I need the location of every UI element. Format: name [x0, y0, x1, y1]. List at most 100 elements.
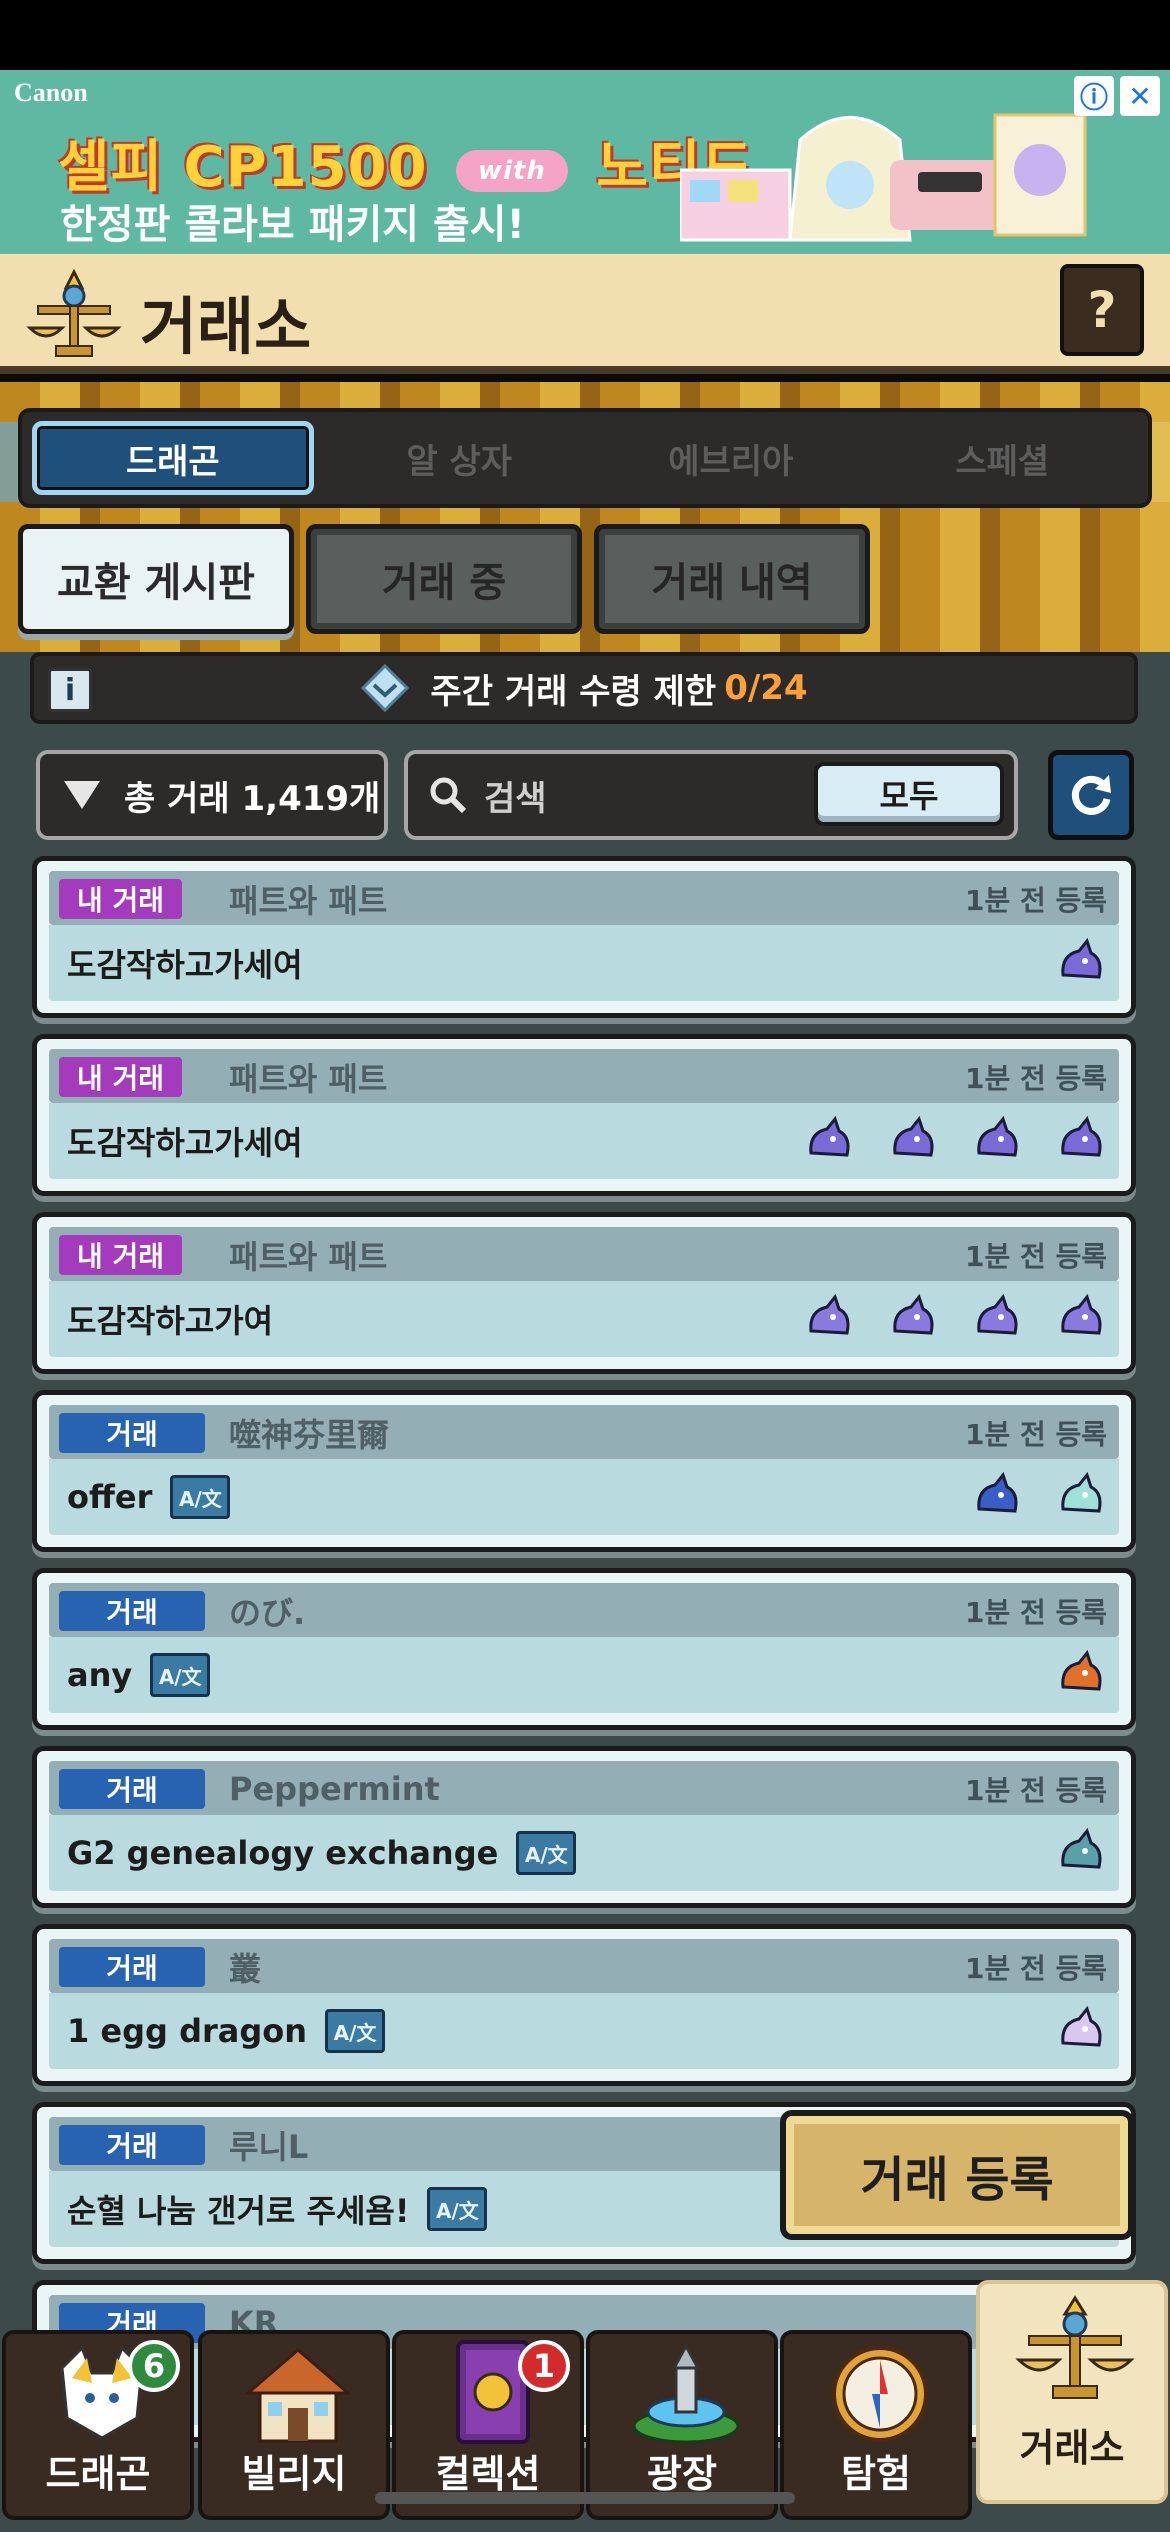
nav-explore[interactable]: 탐험	[780, 2330, 972, 2520]
ad-headline-with: with	[456, 149, 568, 192]
trade-card-body: any A/文	[49, 1637, 1119, 1713]
trade-message-row: offer A/文	[67, 1459, 231, 1535]
nav-dragon[interactable]: 6 드래곤	[2, 2330, 194, 2520]
compass-nav-icon	[832, 2346, 928, 2442]
blue-dragon-icon	[977, 1471, 1018, 1513]
search-icon	[430, 777, 467, 814]
search-input[interactable]: 검색 모두	[404, 750, 1018, 840]
tab-trading[interactable]: 거래 중	[306, 524, 582, 634]
trade-badge: 내 거래	[59, 1057, 183, 1097]
status-bar	[0, 0, 1170, 70]
winged-dragon-icon	[977, 1293, 1018, 1335]
ad-headline-left: 셀피 CP1500	[58, 135, 428, 200]
scale-icon	[26, 268, 122, 357]
trade-user: 패트와 패트	[229, 1060, 388, 1098]
triangle-down-icon	[64, 781, 100, 809]
trade-dragons	[1053, 933, 1109, 993]
plaza-nav-icon	[632, 2342, 740, 2444]
trade-message: G2 genealogy exchange	[67, 1834, 499, 1872]
tab-dragon[interactable]: 드래곤	[32, 421, 314, 495]
nav-village[interactable]: 빌리지	[198, 2330, 390, 2520]
home-indicator[interactable]	[375, 2492, 795, 2504]
trade-user: 叢	[229, 1950, 262, 1988]
all-filter-button[interactable]: 모두	[814, 762, 1004, 826]
ad-info-icon[interactable]: ⓘ	[1074, 76, 1114, 116]
trade-card-body: 도감작하고가세여	[49, 1103, 1119, 1179]
translate-icon[interactable]: A/文	[325, 2009, 386, 2053]
nav-plaza-label: 광장	[647, 2452, 717, 2496]
nav-exchange[interactable]: 거래소	[976, 2280, 1168, 2504]
trade-message-row: G2 genealogy exchange A/文	[67, 1815, 577, 1891]
trade-dragons	[969, 1467, 1109, 1527]
trade-dragons	[1053, 1645, 1109, 1705]
trade-dragons	[801, 1111, 1109, 1171]
tab-exchange-board[interactable]: 교환 게시판	[18, 524, 294, 634]
nav-explore-label: 탐험	[841, 2452, 911, 2496]
trade-badge: 거래	[59, 1947, 205, 1987]
purple-dragon-icon	[809, 1115, 850, 1157]
trade-card-body: offer A/文	[49, 1459, 1119, 1535]
trade-card-body: 1 egg dragon A/文	[49, 1993, 1119, 2069]
trade-badge: 거래	[59, 1413, 205, 1453]
category-tabs: 드래곤 알 상자 에브리아 스페셜	[18, 408, 1152, 508]
tab-special[interactable]: 스페셜	[867, 421, 1139, 495]
trade-user: Peppermint	[229, 1770, 440, 1808]
trade-card-header: 내 거래 패트와 패트 1분 전 등록	[49, 1227, 1119, 1281]
village-nav-icon	[243, 2348, 353, 2443]
trade-card-header: 내 거래 패트와 패트 1분 전 등록	[49, 1049, 1119, 1103]
trade-card[interactable]: 내 거래 패트와 패트 1분 전 등록 도감작하고가세여	[32, 1034, 1136, 1196]
tab-evria[interactable]: 에브리아	[595, 421, 867, 495]
trade-message-row: 도감작하고가세여	[67, 925, 303, 1001]
trade-card[interactable]: 거래 のび. 1분 전 등록 any A/文	[32, 1568, 1136, 1730]
trade-time: 1분 전 등록	[964, 1062, 1107, 1095]
nav-village-label: 빌리지	[241, 2452, 347, 2496]
translate-icon[interactable]: A/文	[150, 1653, 211, 1697]
white-dragon-icon	[1061, 2005, 1102, 2047]
ad-headline: 셀피 CP1500 with 노티드	[58, 122, 754, 203]
winged-dragon-icon	[1061, 1293, 1102, 1335]
total-trades-filter[interactable]: 총 거래 1,419개	[36, 750, 388, 840]
help-button[interactable]: ?	[1060, 264, 1144, 356]
nav-collection-badge: 1	[518, 2340, 570, 2392]
refresh-button[interactable]	[1048, 750, 1134, 840]
trade-time: 1분 전 등록	[964, 1596, 1107, 1629]
ad-close-icon[interactable]: ✕	[1120, 76, 1160, 116]
trade-badge: 거래	[59, 1591, 205, 1631]
trade-message: offer	[67, 1478, 153, 1516]
info-icon[interactable]: i	[48, 668, 92, 712]
trade-limit-icon	[361, 663, 410, 713]
purple-dragon-icon	[977, 1115, 1018, 1157]
tab-trade-history[interactable]: 거래 내역	[594, 524, 870, 634]
trade-card-header: 거래 叢 1분 전 등록	[49, 1939, 1119, 1993]
trade-time: 1분 전 등록	[964, 884, 1107, 917]
translate-icon[interactable]: A/文	[170, 1475, 231, 1519]
purple-dragon-icon	[1061, 1115, 1102, 1157]
trade-card[interactable]: 내 거래 패트와 패트 1분 전 등록 도감작하고가여	[32, 1212, 1136, 1374]
trade-user: 루니L	[229, 2128, 309, 2166]
flame-dragon-icon	[1061, 1649, 1102, 1691]
trade-message: 1 egg dragon	[67, 2012, 308, 2050]
register-trade-button[interactable]: 거래 등록	[780, 2110, 1134, 2240]
trade-time: 1분 전 등록	[964, 1240, 1107, 1273]
page-title: 거래소	[140, 290, 312, 363]
winged-dragon-icon	[893, 1293, 934, 1335]
trade-message-row: 도감작하고가여	[67, 1281, 273, 1357]
tab-egg-box[interactable]: 알 상자	[324, 421, 596, 495]
translate-icon[interactable]: A/文	[516, 1831, 577, 1875]
ad-banner[interactable]: Canon 셀피 CP1500 with 노티드 한정판 콜라보 패키지 출시!…	[0, 70, 1170, 254]
trade-badge: 거래	[59, 2125, 205, 2165]
trade-card[interactable]: 내 거래 패트와 패트 1분 전 등록 도감작하고가세여	[32, 856, 1136, 1018]
weekly-limit-bar: i 주간 거래 수령 제한 0/24	[30, 652, 1138, 724]
trade-card[interactable]: 거래 叢 1분 전 등록 1 egg dragon A/文	[32, 1924, 1136, 2086]
trade-user: のび.	[229, 1594, 306, 1632]
trade-card-header: 거래 噬神芬里爾 1분 전 등록	[49, 1405, 1119, 1459]
trade-message: 순혈 나눔 갠거로 주세욤!	[67, 2192, 410, 2230]
egg-dragon-icon	[1061, 1827, 1102, 1869]
trade-card[interactable]: 거래 Peppermint 1분 전 등록 G2 genealogy excha…	[32, 1746, 1136, 1908]
nav-dragon-label: 드래곤	[45, 2452, 151, 2496]
trade-card-body: 도감작하고가여	[49, 1281, 1119, 1357]
translate-icon[interactable]: A/文	[427, 2187, 488, 2231]
trade-card[interactable]: 거래 噬神芬里爾 1분 전 등록 offer A/文	[32, 1390, 1136, 1552]
trade-message-row: 도감작하고가세여	[67, 1103, 303, 1179]
nav-dragon-badge: 6	[128, 2340, 180, 2392]
